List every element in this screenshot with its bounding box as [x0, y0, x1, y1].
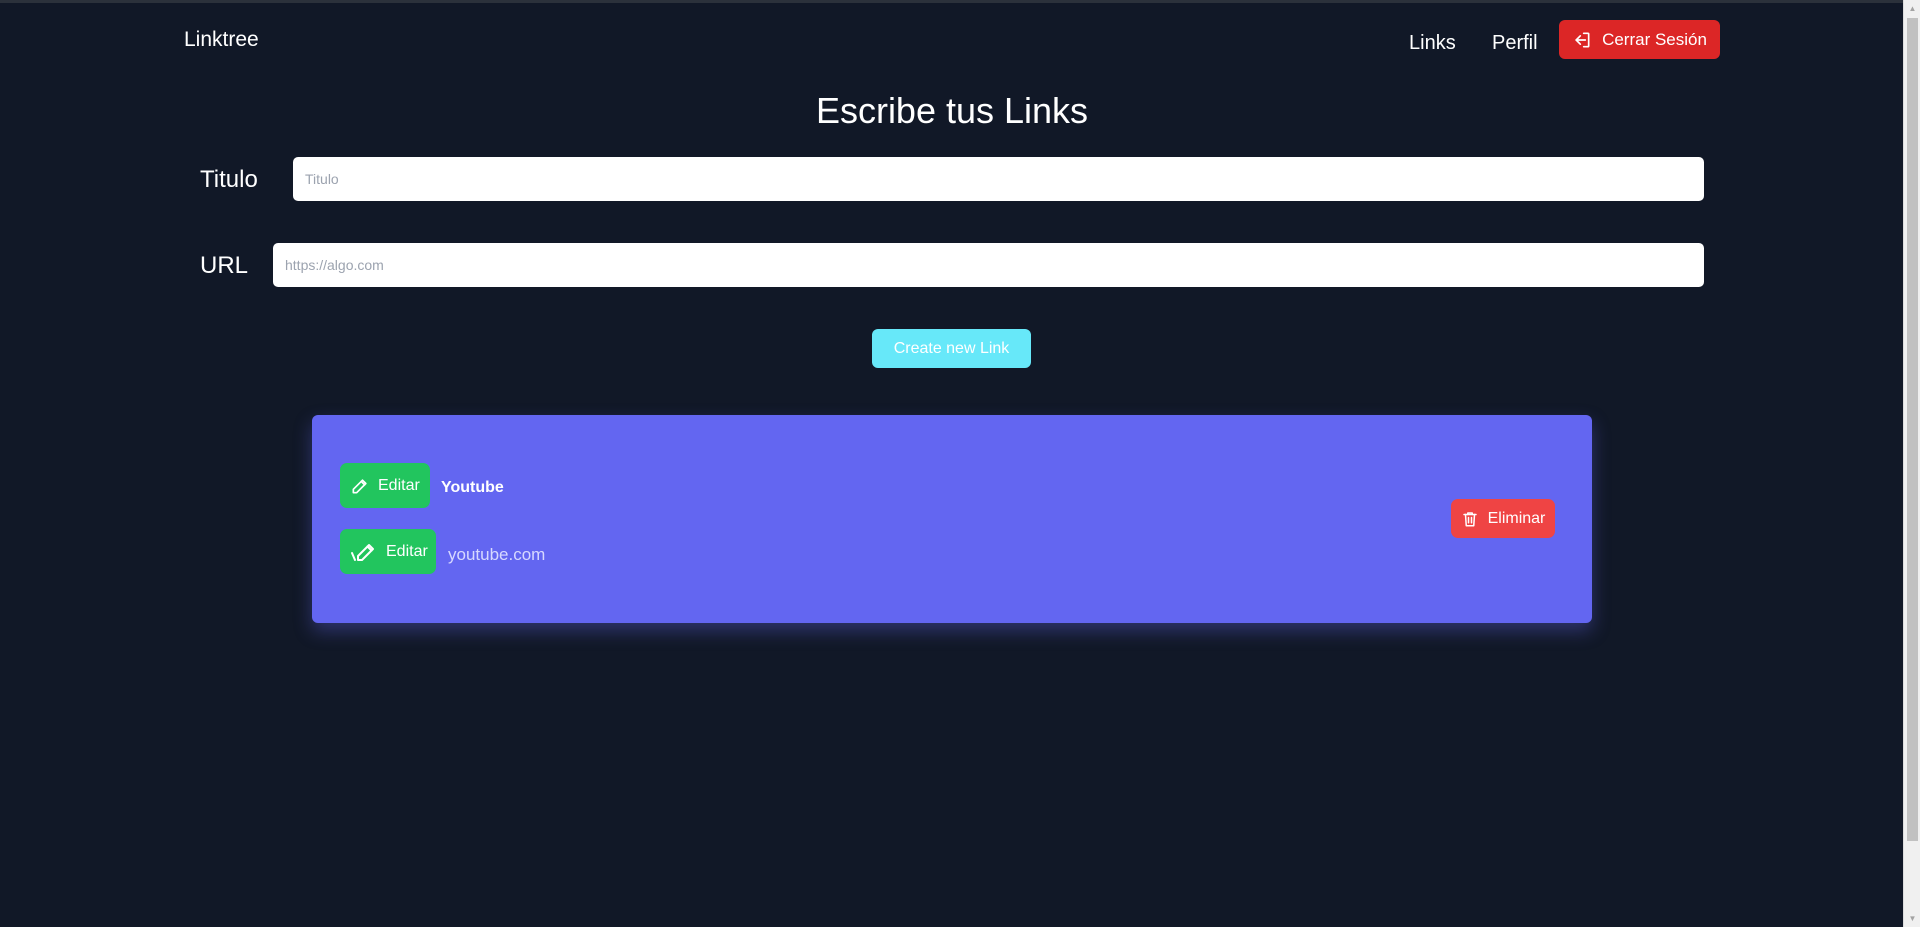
scrollbar-thumb[interactable] — [1907, 18, 1918, 841]
edit-title-button[interactable]: Editar — [340, 463, 430, 508]
url-label: URL — [200, 252, 249, 279]
edit-url-button[interactable]: Editar — [340, 529, 436, 574]
nav-links[interactable]: Links — [1409, 32, 1456, 55]
pencil-icon — [350, 540, 378, 564]
window-top-border — [0, 0, 1920, 3]
logout-label: Cerrar Sesión — [1602, 29, 1707, 49]
edit-url-label: Editar — [386, 542, 428, 560]
nav-perfil[interactable]: Perfil — [1492, 32, 1538, 55]
url-input[interactable] — [273, 243, 1704, 287]
scroll-down-arrow-icon[interactable]: ▼ — [1904, 910, 1920, 927]
pencil-icon — [350, 476, 370, 496]
link-url[interactable]: youtube.com — [448, 545, 545, 565]
edit-title-label: Editar — [378, 476, 420, 494]
scroll-up-arrow-icon[interactable]: ▲ — [1904, 0, 1920, 17]
vertical-scrollbar[interactable]: ▲ ▼ — [1903, 0, 1920, 927]
delete-link-button[interactable]: Eliminar — [1451, 499, 1555, 538]
logout-button[interactable]: Cerrar Sesión — [1559, 20, 1720, 59]
titulo-label: Titulo — [200, 166, 258, 193]
brand-logo[interactable]: Linktree — [184, 28, 259, 52]
titulo-input[interactable] — [293, 157, 1704, 201]
delete-label: Eliminar — [1487, 509, 1546, 527]
page-title: Escribe tus Links — [815, 90, 1089, 131]
create-link-button[interactable]: Create new Link — [872, 329, 1031, 368]
trash-icon — [1461, 509, 1479, 529]
link-title: Youtube — [441, 479, 504, 496]
logout-icon — [1572, 30, 1592, 50]
link-card: Editar Youtube Editar youtube.com Elimin… — [312, 415, 1592, 623]
